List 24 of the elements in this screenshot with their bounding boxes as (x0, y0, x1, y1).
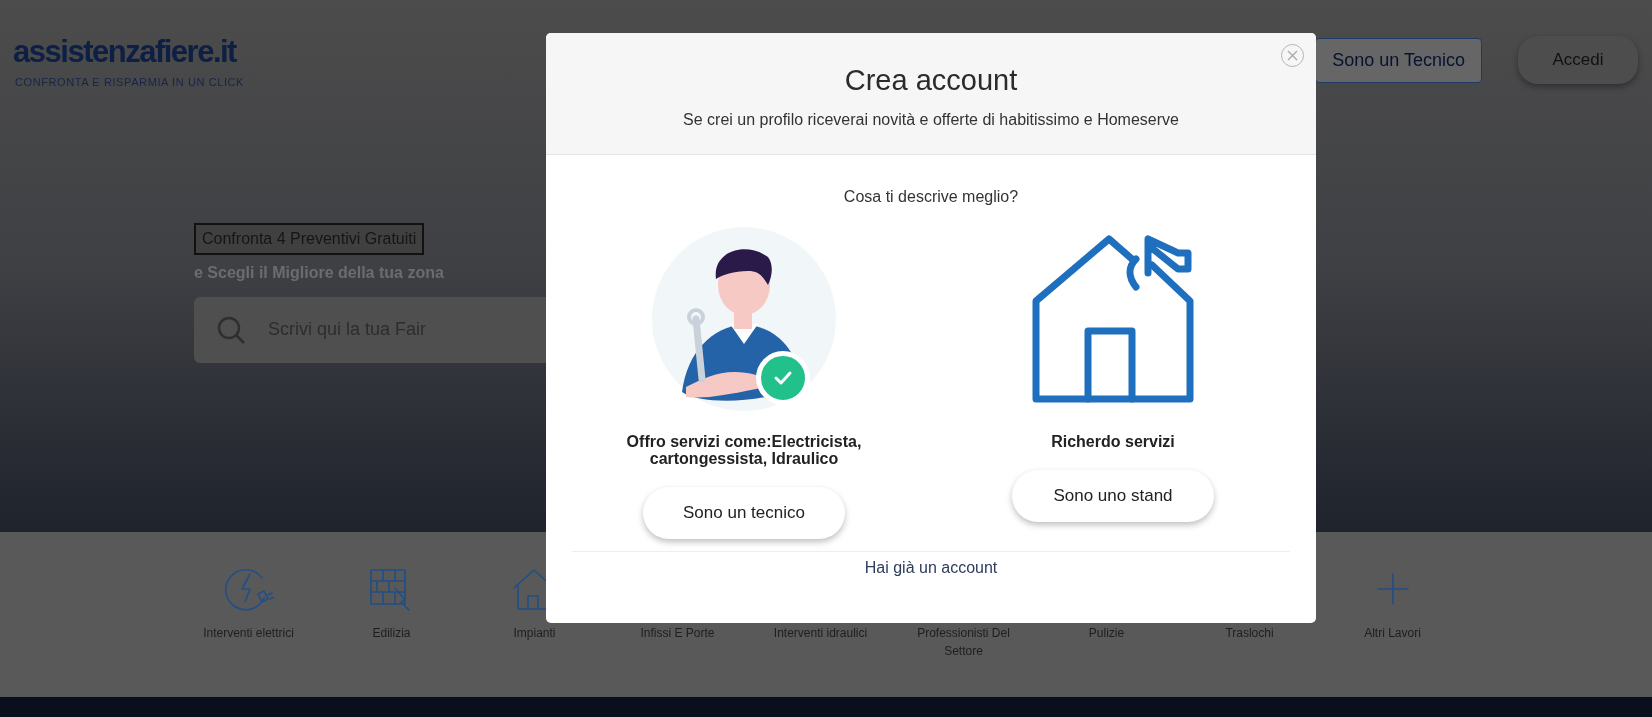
category-label[interactable]: Pulizie (1046, 624, 1167, 642)
dialog-title: Crea account (844, 63, 1018, 97)
category-label[interactable]: Edilizia (331, 624, 452, 642)
site-logo[interactable]: assistenzafiere.it (13, 36, 236, 68)
login-link[interactable]: Hai già un account (864, 556, 998, 580)
dialog-question: Cosa ti descrive meglio? (843, 187, 1019, 207)
dialog-subtitle: Se crei un profilo riceverai novità e offerte di habitissimo e Homeserve (683, 110, 1179, 130)
category-label[interactable]: Traslochi (1189, 624, 1310, 642)
option-button[interactable]: Sono un tecnico (643, 487, 845, 539)
category-label[interactable]: Infissi E Porte (617, 624, 738, 642)
category-label[interactable]: Professionisti Del Settore (903, 624, 1024, 660)
option-label: Offro servizi come:Electricista, cartongessista, Idraulico (625, 433, 863, 467)
technician-button[interactable]: Sono un Tecnico (1315, 37, 1482, 83)
category-label[interactable]: Interventi idraulici (760, 624, 881, 642)
close-icon (1287, 50, 1298, 61)
category-label[interactable]: Interventi elettrici (188, 624, 309, 642)
option-label: Richerdo servizi (1050, 433, 1176, 450)
lightning-plug-icon (223, 566, 274, 612)
house-megaphone-icon (1032, 235, 1194, 403)
search-icon (216, 314, 246, 345)
option-button[interactable]: Sono uno stand (1012, 470, 1214, 522)
category-label[interactable]: Altri Lavori (1332, 624, 1453, 642)
category-label[interactable]: Impianti (474, 624, 595, 642)
login-button[interactable]: Accedi (1518, 36, 1638, 84)
